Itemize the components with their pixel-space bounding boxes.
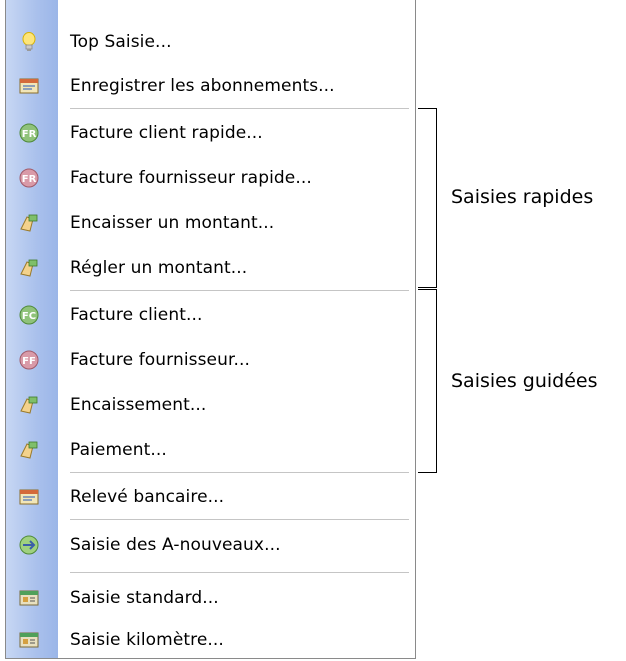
menu-item-label: Saisie standard...	[70, 588, 219, 608]
menu-separator	[70, 472, 409, 473]
bracket-saisies-rapides	[418, 108, 437, 288]
menu-item-label: Facture client...	[70, 305, 203, 325]
svg-text:FF: FF	[22, 356, 36, 367]
carry-forward-icon	[16, 532, 42, 558]
menu-item-encaisser-montant[interactable]: Encaisser un montant...	[6, 203, 415, 243]
menu-item-facture-client-rapide[interactable]: FR Facture client rapide...	[6, 113, 415, 153]
menu-item-top-saisie[interactable]: Top Saisie...	[6, 22, 415, 62]
menu-item-releve-bancaire[interactable]: Relevé bancaire...	[6, 477, 415, 517]
svg-text:FR: FR	[22, 129, 37, 140]
menu-item-label: Facture fournisseur rapide...	[70, 168, 312, 188]
menu-item-label: Top Saisie...	[70, 32, 172, 52]
context-menu: Top Saisie... Enregistrer les abonnement…	[5, 0, 416, 659]
menu-item-saisie-kilometre[interactable]: Saisie kilomètre...	[6, 620, 415, 660]
journal-icon	[16, 73, 42, 99]
menu-item-regler-montant[interactable]: Régler un montant...	[6, 248, 415, 288]
svg-text:FR: FR	[22, 174, 37, 185]
menu-item-label: Saisie des A-nouveaux...	[70, 535, 281, 555]
menu-item-label: Enregistrer les abonnements...	[70, 76, 335, 96]
fast-invoice-icon: FR	[16, 165, 42, 191]
menu-separator	[70, 290, 409, 291]
menu-item-label: Encaisser un montant...	[70, 213, 275, 233]
menu-item-label: Encaissement...	[70, 395, 207, 415]
menu-item-label: Relevé bancaire...	[70, 487, 225, 507]
lightbulb-icon	[16, 29, 42, 55]
group-label-saisies-guidees: Saisies guidées	[451, 370, 598, 392]
menu-item-label: Régler un montant...	[70, 258, 248, 278]
journal-icon	[16, 484, 42, 510]
svg-text:FC: FC	[22, 311, 36, 322]
payment-hand-icon	[16, 392, 42, 418]
menu-item-saisie-standard[interactable]: Saisie standard...	[6, 578, 415, 618]
payment-hand-icon	[16, 437, 42, 463]
menu-item-saisie-a-nouveaux[interactable]: Saisie des A-nouveaux...	[6, 525, 415, 565]
ledger-icon	[16, 627, 42, 653]
menu-separator	[70, 519, 409, 520]
payment-hand-icon	[16, 210, 42, 236]
menu-item-enregistrer-abonnements[interactable]: Enregistrer les abonnements...	[6, 66, 415, 106]
menu-item-paiement[interactable]: Paiement...	[6, 430, 415, 470]
menu-item-facture-fournisseur-rapide[interactable]: FR Facture fournisseur rapide...	[6, 158, 415, 198]
menu-items: Top Saisie... Enregistrer les abonnement…	[6, 0, 415, 658]
group-label-saisies-rapides: Saisies rapides	[451, 186, 594, 208]
menu-item-label: Facture fournisseur...	[70, 350, 251, 370]
payment-hand-icon	[16, 255, 42, 281]
fast-invoice-icon: FR	[16, 120, 42, 146]
invoice-icon: FC	[16, 302, 42, 328]
ledger-icon	[16, 585, 42, 611]
menu-item-facture-fournisseur[interactable]: FF Facture fournisseur...	[6, 340, 415, 380]
invoice-icon: FF	[16, 347, 42, 373]
menu-separator	[70, 572, 409, 573]
menu-separator	[70, 108, 409, 109]
menu-item-encaissement[interactable]: Encaissement...	[6, 385, 415, 425]
menu-item-label: Saisie kilomètre...	[70, 630, 224, 650]
menu-item-label: Facture client rapide...	[70, 123, 263, 143]
menu-item-facture-client[interactable]: FC Facture client...	[6, 295, 415, 335]
bracket-saisies-guidees	[418, 289, 437, 473]
menu-item-label: Paiement...	[70, 440, 167, 460]
